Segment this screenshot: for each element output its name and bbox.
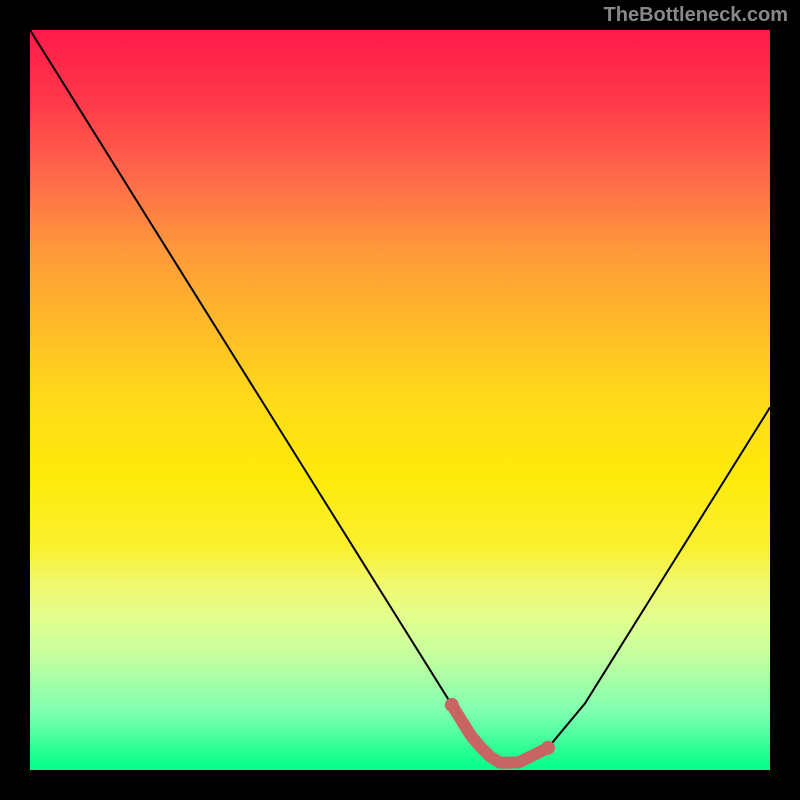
highlight-dot-left [445, 698, 459, 712]
highlight-dot-right [541, 741, 555, 755]
watermark-text: TheBottleneck.com [604, 4, 788, 27]
chart-svg [30, 30, 770, 770]
chart-plot-area [30, 30, 770, 770]
bottleneck-curve [30, 30, 770, 763]
optimal-range-highlight [452, 705, 548, 763]
